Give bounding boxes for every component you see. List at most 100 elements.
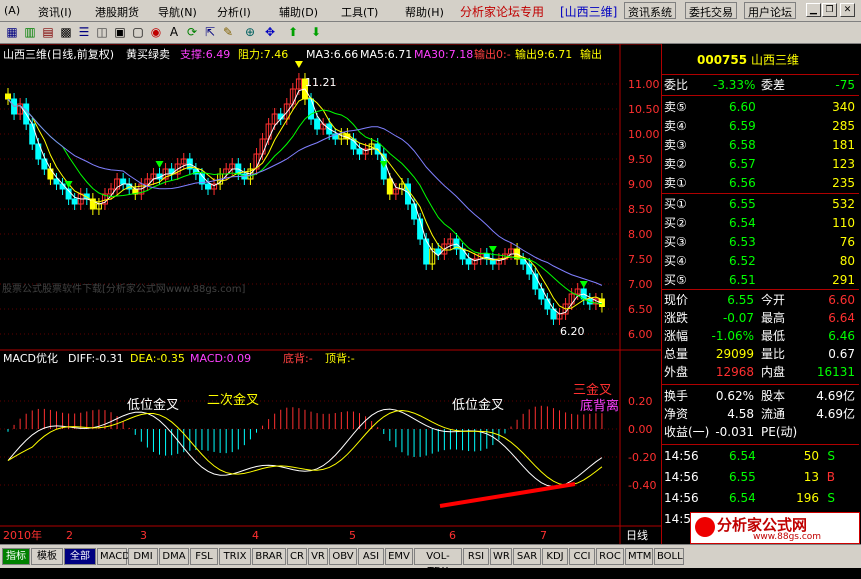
ma5-label: MA5:6.71 (360, 48, 412, 61)
tick-volume: 50 (803, 449, 819, 463)
indicator-tab[interactable]: CR (287, 548, 307, 565)
sell-level-price: 6.60 (729, 100, 756, 114)
indicator-tab[interactable]: VOL-TDX (414, 548, 462, 577)
stat-value: 6.55 (727, 293, 754, 307)
indicator-tab[interactable]: CCI (569, 548, 595, 565)
menu-item-info[interactable]: 资讯(I) (38, 4, 72, 20)
indicator-tab[interactable]: KDJ (542, 548, 568, 565)
date-label-5: 5 (349, 529, 356, 542)
stat-label: 现价 (664, 293, 689, 307)
trade-button[interactable]: 委托交易 (685, 2, 737, 19)
menu-item-nav[interactable]: 导航(N) (158, 4, 197, 20)
menu-item-tools[interactable]: 工具(T) (341, 4, 378, 20)
candle-body (205, 183, 211, 190)
chart-area[interactable]: 11.00 10.50 10.00 9.50 9.00 8.50 8.00 7.50 7.00 6… (0, 44, 661, 544)
text-icon[interactable]: A (166, 24, 182, 40)
minimize-icon[interactable]: ▁ (806, 3, 821, 17)
buy-level-price: 6.55 (729, 197, 756, 211)
indicator-tab[interactable]: SAR (513, 548, 541, 565)
indicator-tab[interactable]: BOLL (654, 548, 684, 565)
stat-label-2: 今开 (761, 293, 786, 307)
menu-item-analysis[interactable]: 分析(I) (217, 4, 251, 20)
tick-time: 14:56 (664, 470, 699, 484)
indicator-tab[interactable]: ROC (596, 548, 624, 565)
menu-item-hk-futures[interactable]: 港股期货 (95, 4, 139, 20)
bar-icon[interactable]: ▥ (22, 24, 38, 40)
finance-value-2: 4.69亿 (816, 389, 855, 403)
indicator-tab[interactable]: BRAR (252, 548, 286, 565)
indicator-tab[interactable]: MACD (97, 548, 130, 565)
price-tick-label: 6.00 (628, 328, 653, 341)
stat-value-2: 16131 (816, 365, 855, 379)
finance-label-2: PE(动) (761, 425, 798, 439)
restore-icon[interactable]: ❐ (822, 3, 837, 17)
sell-level-label: 卖④ (664, 119, 687, 133)
top-divergence: 顶背:- (325, 351, 355, 365)
indicator-tab[interactable]: EMV (385, 548, 413, 565)
sell-level-label: 卖⑤ (664, 100, 687, 114)
logo-url-text: www.88gs.com (753, 532, 822, 542)
candle-body (71, 198, 78, 205)
price-tick-label: 8.00 (628, 228, 653, 241)
info-system-button[interactable]: 资讯系统 (624, 2, 676, 19)
refresh-icon[interactable]: ⟳ (184, 24, 200, 40)
list-icon[interactable]: ☰ (76, 24, 92, 40)
menu-item-a[interactable]: (A) (4, 4, 20, 17)
stock-period-label: 山西三维(日线,前复权) (3, 47, 114, 61)
sell-level-label: 卖① (664, 176, 687, 190)
toolbar: ▦ ▥ ▤ ▩ ☰ ◫ ▣ ▢ ◉ A ⟳ ⇱ ✎ ⊕ ✥ ⬆ ⬇ (0, 22, 861, 44)
close-icon[interactable]: ✕ (840, 3, 855, 17)
output0-label: 输出0:- (474, 47, 511, 61)
sell-level-label: 卖③ (664, 138, 687, 152)
buy-level-row: 买② 6.54 110 (661, 215, 859, 232)
buy-level-row: 买③ 6.53 76 (661, 234, 859, 251)
stat-row: 外盘 12968 内盘 16131 (661, 364, 859, 381)
indicator-tab[interactable]: OBV (329, 548, 357, 565)
indicator-tab[interactable]: MTM (625, 548, 653, 565)
stock-title: [山西三维] (560, 5, 618, 19)
alert-icon[interactable]: ◉ (148, 24, 164, 40)
finance-label: 净资 (664, 407, 689, 421)
indicator-tab[interactable]: FSL (190, 548, 218, 565)
menu-item-help[interactable]: 帮助(H) (405, 4, 444, 20)
indicator-tab[interactable]: VR (308, 548, 328, 565)
move-icon[interactable]: ✥ (262, 24, 278, 40)
watermark-text: 股票公式股票软件下载[分析家公式网www.88gs.com] (2, 282, 246, 295)
indicator-tab[interactable]: 全部 (64, 548, 96, 565)
resist-label: 阻力:7.46 (238, 48, 288, 61)
indicator-tab[interactable]: RSI (463, 548, 489, 565)
indicator-tab[interactable]: 模板 (31, 548, 63, 565)
date-label-year: 2010年 (3, 528, 42, 542)
date-label-2: 2 (66, 529, 73, 542)
buy-level-volume: 532 (832, 197, 855, 211)
candle-icon[interactable]: ▤ (40, 24, 56, 40)
indicator-tab[interactable]: WR (490, 548, 512, 565)
indicator-tab[interactable]: 指标 (2, 548, 30, 565)
export-icon[interactable]: ⇱ (202, 24, 218, 40)
f10-icon[interactable]: ▢ (130, 24, 146, 40)
finance-label-2: 股本 (761, 389, 786, 403)
period-label[interactable]: 日线 (626, 528, 648, 542)
price-tick-label: 8.50 (628, 203, 653, 216)
macd-name: MACD优化 (3, 351, 58, 365)
low-price-label: 6.20 (560, 325, 585, 338)
forum-button[interactable]: 用户论坛 (744, 2, 796, 19)
indicator-tab[interactable]: DMA (159, 548, 189, 565)
window-icon[interactable]: ▣ (112, 24, 128, 40)
buy-level-label: 买④ (664, 254, 687, 268)
grid-icon[interactable]: ▩ (58, 24, 74, 40)
draw-icon[interactable]: ✎ (220, 24, 236, 40)
menu-item-assist[interactable]: 辅助(D) (279, 4, 318, 20)
tick-time: 14:56 (664, 449, 699, 463)
indicator-tab[interactable]: TRIX (219, 548, 251, 565)
tick-volume: 13 (803, 470, 819, 484)
indicator-tab[interactable]: ASI (358, 548, 384, 565)
split-icon[interactable]: ◫ (94, 24, 110, 40)
chart-icon[interactable]: ▦ (4, 24, 20, 40)
zoom-in-icon[interactable]: ⊕ (242, 24, 258, 40)
indicator-tab[interactable]: DMI (128, 548, 158, 565)
bottom-divergence-label: 底背离 (580, 398, 619, 414)
sell-level-row: 卖① 6.56 235 (661, 175, 859, 192)
up-arrow-icon[interactable]: ⬆ (285, 24, 301, 40)
down-arrow-icon[interactable]: ⬇ (308, 24, 324, 40)
